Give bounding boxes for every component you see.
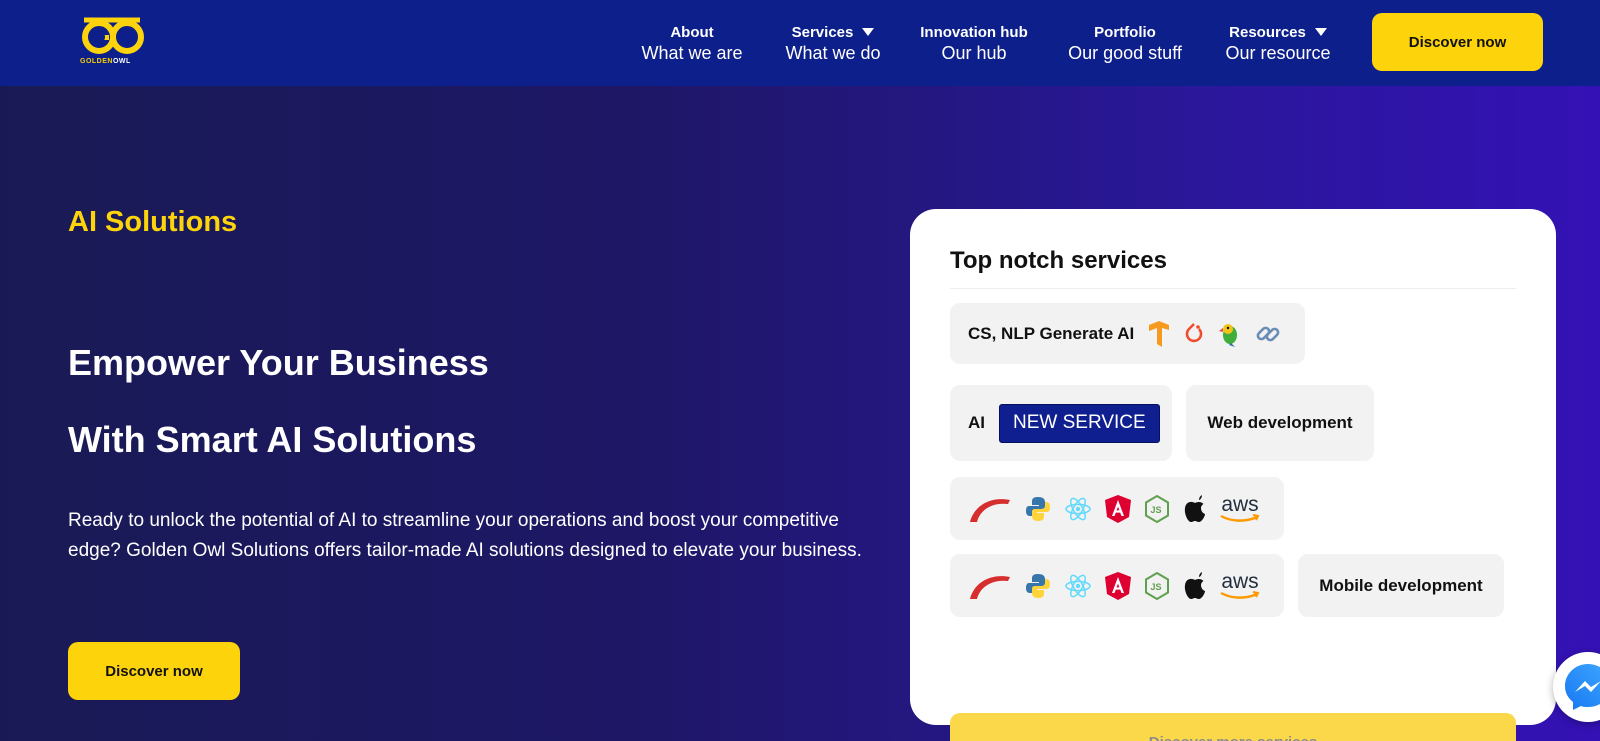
tensorflow-icon	[1147, 320, 1171, 347]
tech-stack-icons: JS aws	[968, 571, 1260, 600]
chevron-down-icon	[862, 28, 875, 36]
service-pill-ai-nlp[interactable]: CS, NLP Generate AI	[950, 303, 1305, 364]
nav-portfolio-sub: Our good stuff	[1068, 43, 1182, 63]
logo-text: GOLDENOWL	[80, 58, 131, 65]
nav-about-label: About	[670, 23, 714, 41]
service-pill-web-development[interactable]: Web development	[1186, 385, 1374, 461]
nav-services-label: Services	[791, 23, 854, 41]
service-pill-ai-new[interactable]: AI NEW SERVICE	[950, 385, 1172, 461]
hero-eyebrow: AI Solutions	[68, 206, 238, 238]
site-header: GOLDENOWL About What we are Services Wha…	[0, 0, 1600, 86]
python-icon	[1025, 573, 1051, 599]
react-icon	[1064, 496, 1092, 522]
nav-item-services[interactable]: Services What we do	[778, 22, 888, 64]
services-card: Top notch services CS, NLP Generate AI A…	[910, 209, 1556, 741]
svg-text:JS: JS	[1151, 505, 1162, 515]
nav-item-innovation-hub[interactable]: Innovation hub Our hub	[914, 22, 1034, 64]
nav-services-sub: What we do	[785, 43, 881, 63]
discover-more-services-button[interactable]: Discover more services	[950, 713, 1516, 741]
ai-tools-icons	[1147, 320, 1281, 347]
angular-icon	[1105, 494, 1131, 523]
service-pill-mobile-label: Mobile development	[1319, 575, 1483, 595]
pytorch-icon	[1183, 322, 1205, 346]
nav-item-resources[interactable]: Resources Our resource	[1216, 22, 1340, 64]
golden-owl-logo[interactable]: GOLDENOWL	[80, 16, 146, 68]
nav-about-sub: What we are	[641, 43, 743, 63]
service-pill-ai-nlp-label: CS, NLP Generate AI	[968, 323, 1135, 343]
parrot-icon	[1217, 321, 1243, 347]
service-pill-ai-label: AI	[968, 413, 985, 432]
aws-icon: aws	[1220, 494, 1260, 522]
nav-innovation-sub: Our hub	[941, 43, 1007, 63]
nodejs-icon: JS	[1144, 494, 1170, 523]
service-pill-tech-stack-2[interactable]: JS aws	[950, 554, 1284, 617]
hero-description: Ready to unlock the potential of AI to s…	[68, 510, 862, 561]
service-pill-tech-stack-1[interactable]: JS aws	[950, 477, 1284, 540]
service-pill-mobile-development[interactable]: Mobile development	[1298, 554, 1504, 617]
rails-icon	[968, 573, 1012, 599]
link-icon	[1255, 321, 1281, 347]
new-service-badge: NEW SERVICE	[999, 403, 1160, 443]
aws-icon: aws	[1220, 571, 1260, 599]
python-icon	[1025, 496, 1051, 522]
nodejs-icon: JS	[1144, 571, 1170, 600]
messenger-chat-button[interactable]	[1553, 652, 1600, 722]
angular-icon	[1105, 571, 1131, 600]
nav-item-about[interactable]: About What we are	[630, 22, 754, 64]
hero-headline-line-1: Empower Your Business	[68, 342, 489, 383]
owl-eyes-logo-icon	[82, 17, 144, 54]
nav-innovation-label: Innovation hub	[920, 23, 1028, 41]
messenger-icon	[1565, 664, 1600, 710]
react-icon	[1064, 573, 1092, 599]
services-card-title: Top notch services	[950, 247, 1167, 274]
hero-headline-line-2: With Smart AI Solutions	[68, 419, 477, 460]
apple-icon	[1183, 494, 1207, 523]
rails-icon	[968, 496, 1012, 522]
nav-item-portfolio[interactable]: Portfolio Our good stuff	[1062, 22, 1188, 64]
service-pill-web-label: Web development	[1207, 413, 1353, 432]
card-divider	[950, 288, 1516, 289]
nav-portfolio-label: Portfolio	[1094, 23, 1156, 41]
nav-resources-label: Resources	[1229, 23, 1306, 41]
chevron-down-icon	[1314, 28, 1327, 36]
svg-text:JS: JS	[1151, 582, 1162, 592]
hero-section: AI Solutions Empower Your Business With …	[0, 86, 1600, 741]
header-discover-now-button[interactable]: Discover now	[1372, 13, 1543, 71]
tech-stack-icons: JS aws	[968, 494, 1260, 523]
hero-discover-now-button[interactable]: Discover now	[68, 642, 240, 700]
apple-icon	[1183, 571, 1207, 600]
nav-resources-sub: Our resource	[1225, 43, 1331, 63]
